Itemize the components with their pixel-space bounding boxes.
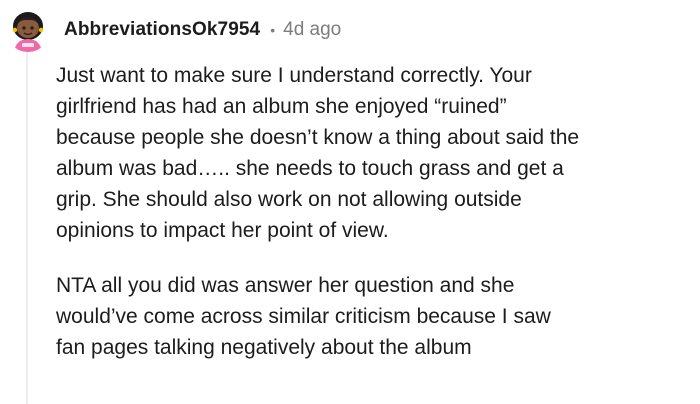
comment-paragraph: Just want to make sure I understand corr… — [56, 64, 580, 242]
comment-author[interactable]: AbbreviationsOk7954 — [64, 19, 260, 41]
thread-line[interactable] — [26, 52, 28, 404]
comment-paragraph: NTA all you did was answer her question … — [56, 274, 551, 359]
user-avatar[interactable] — [6, 8, 50, 52]
comment-body: Just want to make sure I understand corr… — [56, 60, 676, 387]
comment-timestamp[interactable]: 4d ago — [283, 19, 341, 41]
snoo-avatar-icon — [6, 8, 50, 52]
comment-header: AbbreviationsOk7954 • 4d ago — [6, 8, 341, 52]
meta-separator: • — [270, 22, 276, 38]
